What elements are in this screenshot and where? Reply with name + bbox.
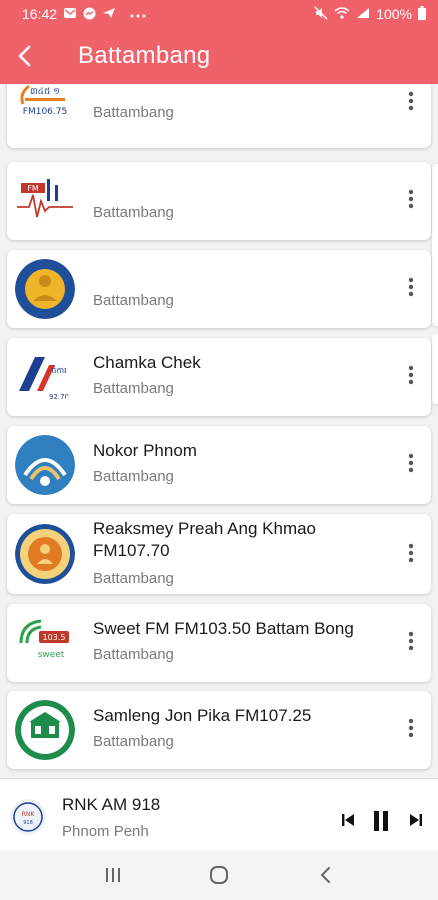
station-card[interactable]: Samleng Jon Pika FM107.25 Battambang	[7, 691, 431, 769]
station-city: Battambang	[93, 380, 174, 397]
svg-text:103.5: 103.5	[43, 633, 66, 642]
station-logo: 103.5 sweet	[15, 613, 75, 673]
station-card[interactable]: Nokor Phnom Battambang	[7, 426, 431, 504]
more-vert-icon[interactable]	[399, 86, 423, 116]
svg-text:៣៤៥ ១: ៣៤៥ ១	[30, 87, 60, 97]
station-city: Battambang	[93, 292, 174, 309]
station-city: Battambang	[93, 468, 174, 485]
station-name: Chamka Chek	[93, 353, 201, 372]
player-station-logo: RNK 918	[10, 799, 46, 835]
station-logo	[15, 524, 75, 584]
station-list[interactable]: ៣៤៥ ១ FM106.75 Battambang FM Battambang B…	[0, 84, 438, 778]
station-logo: FM	[15, 171, 75, 231]
player-station-name: RNK AM 918	[62, 795, 161, 814]
previous-icon[interactable]	[338, 809, 358, 831]
station-name: Samleng Jon Pika FM107.25	[93, 706, 312, 725]
station-city: Battambang	[93, 104, 174, 121]
station-logo: ៣៤៥ ១ FM106.75	[15, 84, 75, 134]
more-vert-icon[interactable]	[399, 272, 423, 302]
more-vert-icon[interactable]	[399, 360, 423, 390]
more-vert-icon[interactable]	[399, 448, 423, 478]
recent-apps-icon[interactable]	[93, 855, 133, 895]
svg-text:FM106.75: FM106.75	[23, 107, 67, 117]
svg-text:RNK: RNK	[22, 811, 36, 818]
arrow-back-icon[interactable]	[0, 32, 48, 80]
svg-text:FM: FM	[27, 184, 39, 193]
page-title: Battambang	[78, 42, 211, 69]
mail-icon	[63, 7, 77, 21]
battery-icon	[418, 6, 426, 22]
station-card[interactable]: 103.5 sweet Sweet FM FM103.50 Battam Bong…	[7, 604, 431, 682]
status-bar: 16:42 100%	[0, 0, 438, 28]
station-name: Reaksmey Preah Ang Khmao FM107.70	[93, 519, 317, 560]
next-page-peek	[432, 164, 438, 326]
station-name: Nokor Phnom	[93, 441, 197, 460]
station-card[interactable]: FM Battambang	[7, 162, 431, 240]
svg-text:918: 918	[23, 820, 33, 826]
svg-text:92.70: 92.70	[49, 393, 69, 401]
mute-icon	[314, 6, 328, 22]
status-time: 16:42	[22, 6, 58, 22]
more-dots-icon	[130, 8, 146, 20]
svg-text:sweet: sweet	[38, 650, 65, 660]
next-icon[interactable]	[406, 809, 426, 831]
messenger-icon	[83, 7, 96, 22]
station-logo: ចំការ 92.70	[15, 347, 75, 407]
station-logo	[15, 435, 75, 495]
station-card[interactable]: ចំការ 92.70 Chamka Chek Battambang	[7, 338, 431, 416]
telegram-icon	[102, 7, 116, 21]
station-name: Sweet FM FM103.50 Battam Bong	[93, 619, 354, 638]
mini-player[interactable]: RNK 918 RNK AM 918 Phnom Penh	[0, 778, 438, 850]
station-logo	[15, 259, 75, 319]
pause-icon[interactable]	[370, 809, 392, 833]
battery-level: 100%	[376, 6, 412, 22]
station-city: Battambang	[93, 570, 174, 587]
more-vert-icon[interactable]	[399, 538, 423, 568]
system-nav-bar	[0, 850, 438, 900]
more-vert-icon[interactable]	[399, 184, 423, 214]
more-vert-icon[interactable]	[399, 713, 423, 743]
svg-text:ចំការ: ចំការ	[51, 365, 67, 375]
station-city: Battambang	[93, 733, 174, 750]
home-icon[interactable]	[199, 855, 239, 895]
next-page-peek	[432, 334, 438, 404]
player-station-city: Phnom Penh	[62, 823, 149, 840]
signal-icon	[356, 7, 370, 21]
station-city: Battambang	[93, 204, 174, 221]
station-card[interactable]: Battambang	[7, 250, 431, 328]
more-vert-icon[interactable]	[399, 626, 423, 656]
wifi-icon	[334, 7, 350, 21]
back-icon[interactable]	[305, 855, 345, 895]
station-card[interactable]: ៣៤៥ ១ FM106.75 Battambang	[7, 84, 431, 148]
station-city: Battambang	[93, 646, 174, 663]
station-card[interactable]: Reaksmey Preah Ang Khmao FM107.70 Battam…	[7, 514, 431, 594]
app-bar: Battambang	[0, 28, 438, 84]
station-logo	[15, 700, 75, 760]
